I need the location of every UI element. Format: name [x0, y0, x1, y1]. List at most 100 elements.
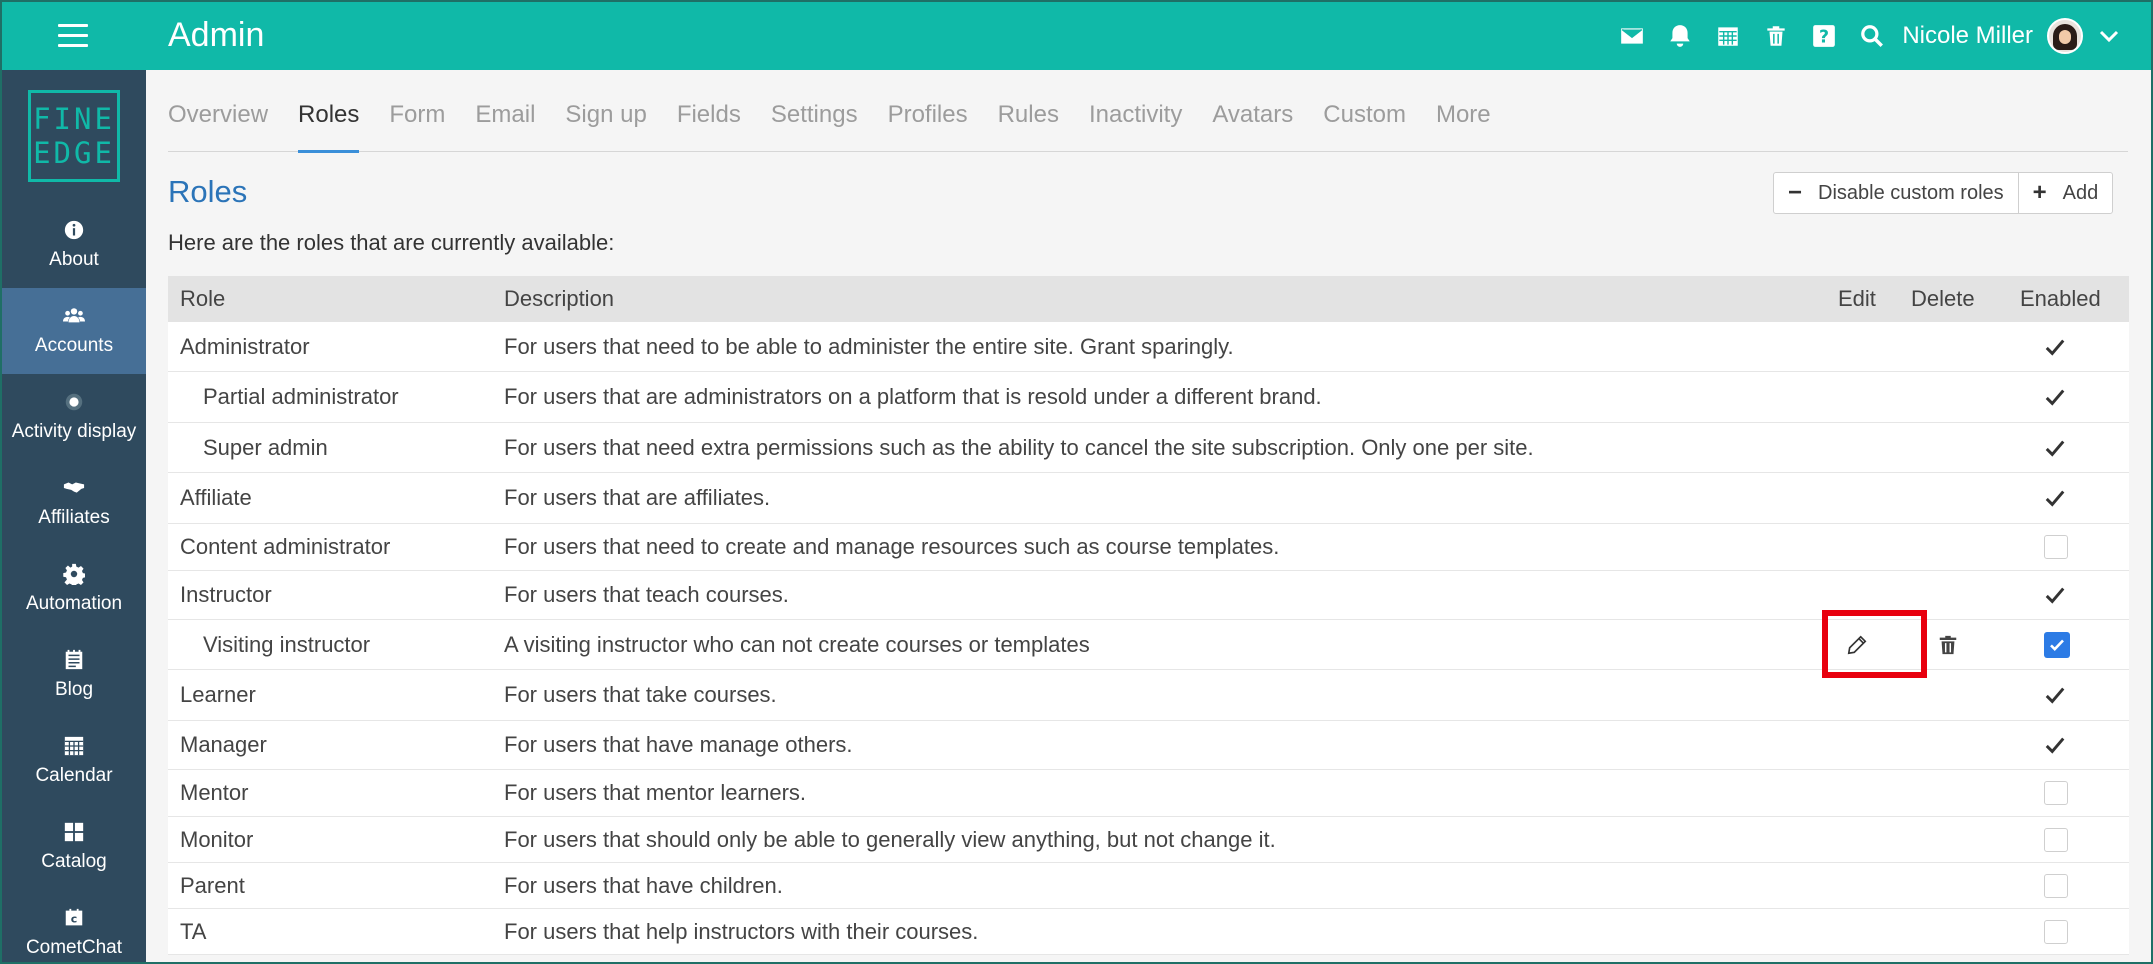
role-description: For users that have children. [504, 872, 783, 898]
role-name: Super admin [203, 434, 328, 460]
tab-overview[interactable]: Overview [168, 70, 268, 152]
table-row[interactable]: Monitor For users that should only be ab… [168, 817, 2129, 863]
sidebar-item-automation[interactable]: Automation [2, 546, 146, 632]
search-icon[interactable] [1848, 2, 1896, 70]
role-description: For users that have manage others. [504, 732, 853, 757]
sidebar-item-blog[interactable]: Blog [2, 632, 146, 718]
sidebar-item-label: CometChat [25, 937, 123, 958]
disable-custom-roles-button[interactable]: − Disable custom roles [1774, 173, 2018, 213]
table-row[interactable]: Content administrator For users that nee… [168, 524, 2129, 571]
tab-custom[interactable]: Custom [1323, 70, 1406, 152]
enabled-checkbox[interactable] [2044, 817, 2068, 862]
sidebar-item-calendar[interactable]: Calendar [2, 718, 146, 804]
calendar-icon[interactable] [1704, 2, 1752, 70]
app-title: Admin [168, 16, 265, 54]
role-description: For users that teach courses. [504, 582, 789, 607]
table-row[interactable]: Mentor For users that mentor learners. [168, 770, 2129, 817]
role-description: For users that are affiliates. [504, 485, 771, 510]
table-row[interactable]: Instructor For users that teach courses. [168, 571, 2129, 620]
add-role-button[interactable]: + Add [2017, 173, 2113, 213]
sidebar-item-affiliates[interactable]: Affiliates [2, 460, 146, 546]
dot-icon [65, 393, 83, 411]
enabled-checkbox[interactable] [2044, 863, 2068, 908]
avatar[interactable] [2047, 18, 2083, 54]
disable-custom-roles-label: Disable custom roles [1818, 181, 2004, 204]
edit-role-button[interactable] [1846, 620, 1868, 669]
tab-fields[interactable]: Fields [677, 70, 741, 152]
trash-icon[interactable] [1752, 2, 1800, 70]
sidebar-item-label: Automation [25, 593, 123, 614]
mail-icon[interactable] [1608, 2, 1656, 70]
check-icon [2044, 721, 2066, 769]
logo-line1: FINE [33, 102, 115, 136]
sidebar-item-about[interactable]: About [2, 202, 146, 288]
intro-text: Here are the roles that are currently av… [168, 230, 615, 255]
sidebar-item-label: Affiliates [38, 507, 110, 528]
handshake-icon [63, 482, 85, 493]
role-name: Affiliate [180, 485, 252, 510]
users-icon [63, 308, 85, 323]
table-row[interactable]: Affiliate For users that are affiliates. [168, 473, 2129, 524]
tab-bar: Overview Roles Form Email Sign up Fields… [168, 70, 2128, 153]
role-name: Instructor [180, 582, 272, 607]
enabled-checkbox[interactable] [2044, 770, 2068, 816]
svg-text:?: ? [1819, 28, 1829, 48]
sidebar-item-label: Catalog [41, 851, 107, 872]
tab-rules[interactable]: Rules [998, 70, 1059, 152]
role-description: For users that need to create and manage… [504, 534, 1280, 559]
menu-icon[interactable] [58, 24, 88, 48]
delete-role-button[interactable] [1937, 620, 1959, 669]
table-row[interactable]: Learner For users that take courses. [168, 670, 2129, 721]
check-icon [2044, 322, 2066, 371]
table-row[interactable]: Administrator For users that need to be … [168, 322, 2129, 372]
top-bar: Admin ? Nicole Miller [2, 2, 2151, 70]
table-row[interactable]: Visiting instructor A visiting instructo… [168, 620, 2129, 670]
sidebar-item-activity-display[interactable]: Activity display [2, 374, 146, 460]
help-icon[interactable]: ? [1800, 2, 1848, 70]
svg-text:c: c [71, 913, 78, 926]
enabled-checkbox[interactable] [2044, 620, 2070, 669]
header-delete: Delete [1911, 286, 1975, 311]
role-name: Parent [180, 872, 245, 898]
tab-avatars[interactable]: Avatars [1212, 70, 1293, 152]
user-name[interactable]: Nicole Miller [1902, 22, 2033, 50]
tab-form[interactable]: Form [389, 70, 445, 152]
enabled-checkbox[interactable] [2044, 524, 2068, 570]
table-row[interactable]: TA For users that help instructors with … [168, 909, 2129, 955]
sidebar-item-label: Blog [54, 679, 94, 700]
tab-roles[interactable]: Roles [298, 70, 360, 153]
sidebar-item-cometchat[interactable]: c CometChat [2, 890, 146, 962]
tab-profiles[interactable]: Profiles [888, 70, 968, 152]
table-row[interactable]: Manager For users that have manage other… [168, 721, 2129, 770]
sidebar-item-accounts[interactable]: Accounts [2, 288, 146, 374]
role-name: TA [180, 918, 207, 944]
role-name: Content administrator [180, 534, 391, 559]
check-icon [2044, 423, 2066, 472]
roles-table: Role Description Edit Delete Enabled Adm… [168, 276, 2129, 955]
tab-settings[interactable]: Settings [771, 70, 858, 152]
role-description: For users that should only be able to ge… [504, 826, 1276, 852]
role-name: Visiting instructor [203, 631, 371, 657]
role-description: For users that mentor learners. [504, 780, 807, 805]
sidebar-item-label: Calendar [35, 765, 113, 786]
table-row[interactable]: Super admin For users that need extra pe… [168, 423, 2129, 473]
sidebar-item-label: About [49, 249, 99, 270]
tab-sign-up[interactable]: Sign up [565, 70, 646, 152]
logo[interactable]: FINE EDGE [28, 90, 120, 182]
enabled-checkbox[interactable] [2044, 909, 2068, 954]
table-row[interactable]: Partial administrator For users that are… [168, 372, 2129, 423]
table-row[interactable]: Parent For users that have children. [168, 863, 2129, 909]
sidebar-item-catalog[interactable]: Catalog [2, 804, 146, 890]
tab-email[interactable]: Email [475, 70, 535, 152]
app-window: Admin ? Nicole Miller FINE EDGE About Ac… [0, 0, 2153, 964]
role-name: Monitor [180, 826, 254, 852]
tab-more[interactable]: More [1436, 70, 1491, 152]
check-icon [2044, 571, 2066, 619]
chevron-down-icon[interactable] [2097, 24, 2121, 48]
role-description: For users that take courses. [504, 682, 777, 707]
bell-icon[interactable] [1656, 2, 1704, 70]
role-name: Manager [180, 732, 267, 757]
tab-inactivity[interactable]: Inactivity [1089, 70, 1182, 152]
sidebar: FINE EDGE About Accounts Activity displa… [2, 70, 146, 962]
role-description: For users that need extra permissions su… [504, 434, 1534, 460]
